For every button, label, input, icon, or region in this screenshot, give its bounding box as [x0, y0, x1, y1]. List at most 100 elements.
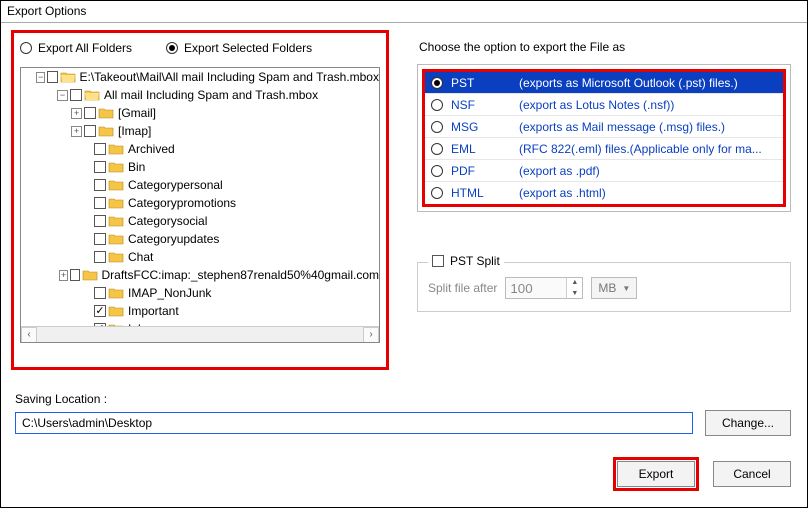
radio-icon	[431, 143, 443, 155]
format-code: EML	[451, 142, 511, 156]
split-unit-label: MB	[598, 281, 616, 295]
tree-item-label: [Imap]	[116, 124, 151, 138]
folder-icon	[108, 142, 124, 156]
pst-split-checkbox[interactable]	[432, 255, 444, 267]
tree-item-label: Chat	[126, 250, 153, 264]
window-title: Export Options	[7, 4, 86, 18]
folder-icon	[108, 304, 124, 318]
change-button[interactable]: Change...	[705, 410, 791, 436]
tree-checkbox[interactable]	[94, 215, 106, 227]
tree-row[interactable]: Categorypersonal	[21, 176, 379, 194]
tree-row[interactable]: Archived	[21, 140, 379, 158]
format-option-nsf[interactable]: NSF (export as Lotus Notes (.nsf))	[425, 94, 783, 116]
tree-checkbox[interactable]	[47, 71, 57, 83]
tree-checkbox[interactable]	[94, 233, 106, 245]
tree-row[interactable]: Important	[21, 302, 379, 320]
tree-checkbox[interactable]	[94, 197, 106, 209]
format-option-eml[interactable]: EML (RFC 822(.eml) files.(Applicable only…	[425, 138, 783, 160]
chevron-down-icon: ▼	[622, 284, 630, 293]
format-option-msg[interactable]: MSG(exports as Mail message (.msg) files…	[425, 116, 783, 138]
expand-icon[interactable]: +	[71, 126, 82, 137]
folder-tree[interactable]: − E:\Takeout\Mail\All mail Including Spa…	[20, 67, 380, 343]
tree-item-label: IMAP_NonJunk	[126, 286, 211, 300]
pst-split-title: PST Split	[428, 254, 504, 268]
export-all-label: Export All Folders	[38, 41, 132, 55]
export-button[interactable]: Export	[617, 461, 695, 487]
step-up-icon[interactable]: ▲	[567, 277, 582, 288]
folder-icon	[108, 178, 124, 192]
split-size-stepper[interactable]: ▲▼	[505, 277, 583, 299]
split-controls: Split file after ▲▼ MB ▼	[428, 277, 780, 299]
tree-row[interactable]: Chat	[21, 248, 379, 266]
collapse-icon[interactable]: −	[36, 72, 45, 83]
export-format-panel: Choose the option to export the File as …	[417, 30, 791, 312]
tree-checkbox[interactable]	[70, 269, 80, 281]
step-down-icon[interactable]: ▼	[567, 288, 582, 299]
tree-row[interactable]: + [Gmail]	[21, 104, 379, 122]
format-desc: (export as Lotus Notes (.nsf))	[519, 98, 777, 112]
folder-icon	[108, 232, 124, 246]
saving-path-input[interactable]	[15, 412, 693, 434]
tree-row[interactable]: Bin	[21, 158, 379, 176]
radio-icon	[431, 165, 443, 177]
format-code: HTML	[451, 186, 511, 200]
format-desc: (export as .pdf)	[519, 164, 777, 178]
tree-checkbox[interactable]	[94, 143, 106, 155]
tree-item-label: Categorypersonal	[126, 178, 223, 192]
folder-icon	[108, 214, 124, 228]
format-list: PST (exports as Microsoft Outlook (.pst) …	[422, 69, 786, 207]
collapse-icon[interactable]: −	[57, 90, 68, 101]
export-selected-label: Export Selected Folders	[184, 41, 312, 55]
tree-checkbox[interactable]	[94, 179, 106, 191]
tree-item-label: [Gmail]	[116, 106, 156, 120]
tree-checkbox[interactable]	[94, 305, 106, 317]
format-option-html[interactable]: HTML (export as .html)	[425, 182, 783, 204]
tree-checkbox[interactable]	[94, 161, 106, 173]
radio-icon	[166, 42, 178, 54]
folder-icon	[98, 106, 114, 120]
cancel-button[interactable]: Cancel	[713, 461, 791, 487]
dialog-content: Export All Folders Export Selected Folde…	[1, 24, 807, 507]
format-desc: (RFC 822(.eml) files.(Applicable only fo…	[519, 142, 777, 156]
export-selected-radio[interactable]: Export Selected Folders	[166, 41, 312, 55]
export-all-radio[interactable]: Export All Folders	[20, 41, 132, 55]
tree-row[interactable]: Categoryupdates	[21, 230, 379, 248]
expand-icon[interactable]: +	[59, 270, 68, 281]
tree-checkbox[interactable]	[94, 287, 106, 299]
horizontal-scrollbar[interactable]: ‹ ›	[21, 326, 379, 342]
tree-checkbox[interactable]	[84, 125, 96, 137]
split-size-input[interactable]	[506, 278, 566, 298]
format-option-pdf[interactable]: PDF (export as .pdf)	[425, 160, 783, 182]
folder-open-icon	[84, 88, 100, 102]
tree-row[interactable]: +DraftsFCC:imap:_stephen87renald50%40gma…	[21, 266, 379, 284]
tree-row[interactable]: Categorysocial	[21, 212, 379, 230]
format-code: NSF	[451, 98, 511, 112]
tree-checkbox[interactable]	[84, 107, 96, 119]
format-option-pst[interactable]: PST (exports as Microsoft Outlook (.pst) …	[425, 72, 783, 94]
format-desc: (exports as Mail message (.msg) files.)	[519, 120, 777, 134]
tree-row[interactable]: Categorypromotions	[21, 194, 379, 212]
tree-row[interactable]: + [Imap]	[21, 122, 379, 140]
format-desc: (exports as Microsoft Outlook (.pst) fil…	[519, 76, 777, 90]
tree-row[interactable]: IMAP_NonJunk	[21, 284, 379, 302]
expand-icon[interactable]: +	[71, 108, 82, 119]
scroll-right-icon[interactable]: ›	[363, 327, 379, 343]
tree-items: + [Gmail] + [Imap] Archived Bin Categoryperson…	[21, 104, 379, 326]
scroll-left-icon[interactable]: ‹	[21, 327, 37, 343]
tree-item-label: Categorypromotions	[126, 196, 236, 210]
format-code: PST	[451, 76, 511, 90]
tree-item-label: Categoryupdates	[126, 232, 219, 246]
split-after-label: Split file after	[428, 281, 497, 295]
tree-checkbox[interactable]	[70, 89, 82, 101]
folder-icon	[82, 268, 98, 282]
tree-viewport: − E:\Takeout\Mail\All mail Including Spa…	[21, 68, 379, 326]
tree-item-label: Archived	[126, 142, 175, 156]
folder-icon	[108, 196, 124, 210]
saving-location-section: Saving Location : Change...	[15, 392, 791, 436]
tree-item-label: Important	[126, 304, 179, 318]
tree-checkbox[interactable]	[94, 251, 106, 263]
split-unit-select[interactable]: MB ▼	[591, 277, 637, 299]
format-desc: (export as .html)	[519, 186, 777, 200]
choose-format-label: Choose the option to export the File as	[417, 30, 791, 64]
format-code: PDF	[451, 164, 511, 178]
